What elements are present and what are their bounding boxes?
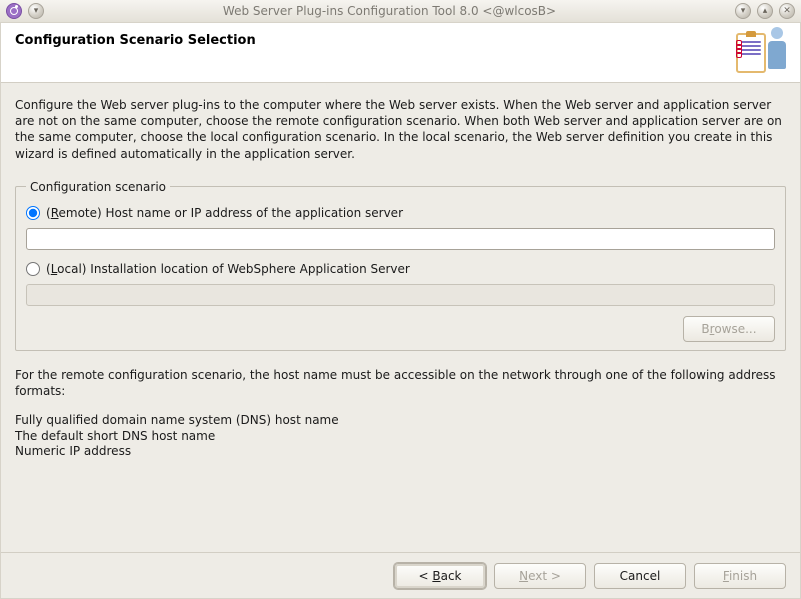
next-button: Next > bbox=[494, 563, 586, 589]
minimize-button[interactable]: ▾ bbox=[735, 3, 751, 19]
remote-radio[interactable] bbox=[26, 206, 40, 220]
app-icon bbox=[6, 3, 22, 19]
back-label-rest: ack bbox=[441, 569, 462, 583]
wizard-banner-art bbox=[736, 27, 786, 73]
local-path-input bbox=[26, 284, 775, 306]
back-label-prefix: < bbox=[418, 569, 432, 583]
remote-radio-label[interactable]: (Remote) Host name or IP address of the … bbox=[46, 206, 403, 220]
clipboard-icon bbox=[736, 33, 766, 73]
browse-label-rest: owse... bbox=[714, 322, 756, 336]
browse-button: Browse... bbox=[683, 316, 775, 342]
next-label-mnemonic: N bbox=[519, 569, 528, 583]
close-icon: ✕ bbox=[783, 7, 791, 16]
remote-label-rest: emote) Host name or IP address of the ap… bbox=[59, 206, 404, 220]
browse-label-prefix: B bbox=[701, 322, 709, 336]
chevron-down-icon: ▾ bbox=[34, 7, 39, 16]
configuration-scenario-group: Configuration scenario (Remote) Host nam… bbox=[15, 180, 786, 351]
wizard-dialog: Configuration Scenario Selection Configu… bbox=[0, 22, 801, 599]
maximize-icon: ▴ bbox=[763, 7, 768, 16]
maximize-button[interactable]: ▴ bbox=[757, 3, 773, 19]
minimize-icon: ▾ bbox=[741, 7, 746, 16]
window-menu-button[interactable]: ▾ bbox=[28, 3, 44, 19]
wizard-content: Configure the Web server plug-ins to the… bbox=[1, 83, 800, 552]
back-button[interactable]: < Back bbox=[394, 563, 486, 589]
group-legend: Configuration scenario bbox=[26, 180, 170, 194]
wizard-footer: < Back Next > Cancel Finish bbox=[1, 552, 800, 598]
remote-label-mnemonic: R bbox=[51, 206, 59, 220]
remote-option-row: (Remote) Host name or IP address of the … bbox=[26, 206, 775, 220]
cancel-button[interactable]: Cancel bbox=[594, 563, 686, 589]
intro-text: Configure the Web server plug-ins to the… bbox=[15, 97, 786, 162]
next-label-rest: ext > bbox=[528, 569, 561, 583]
local-radio-label[interactable]: (Local) Installation location of WebSphe… bbox=[46, 262, 410, 276]
wizard-header: Configuration Scenario Selection bbox=[1, 23, 800, 83]
back-label-mnemonic: B bbox=[432, 569, 440, 583]
format-list: Fully qualified domain name system (DNS)… bbox=[15, 413, 786, 460]
finish-button: Finish bbox=[694, 563, 786, 589]
close-button[interactable]: ✕ bbox=[779, 3, 795, 19]
window-title: Web Server Plug-ins Configuration Tool 8… bbox=[50, 4, 729, 18]
titlebar: ▾ Web Server Plug-ins Configuration Tool… bbox=[0, 0, 801, 23]
local-radio[interactable] bbox=[26, 262, 40, 276]
format-ip: Numeric IP address bbox=[15, 444, 131, 458]
remote-host-input[interactable] bbox=[26, 228, 775, 250]
local-label-rest: ocal) Installation location of WebSphere… bbox=[57, 262, 410, 276]
local-option-row: (Local) Installation location of WebSphe… bbox=[26, 262, 775, 276]
format-dns-full: Fully qualified domain name system (DNS)… bbox=[15, 413, 339, 427]
person-icon bbox=[768, 27, 786, 73]
format-dns-short: The default short DNS host name bbox=[15, 429, 215, 443]
page-title: Configuration Scenario Selection bbox=[15, 33, 786, 48]
finish-label-rest: inish bbox=[729, 569, 757, 583]
footnote-text: For the remote configuration scenario, t… bbox=[15, 367, 786, 399]
